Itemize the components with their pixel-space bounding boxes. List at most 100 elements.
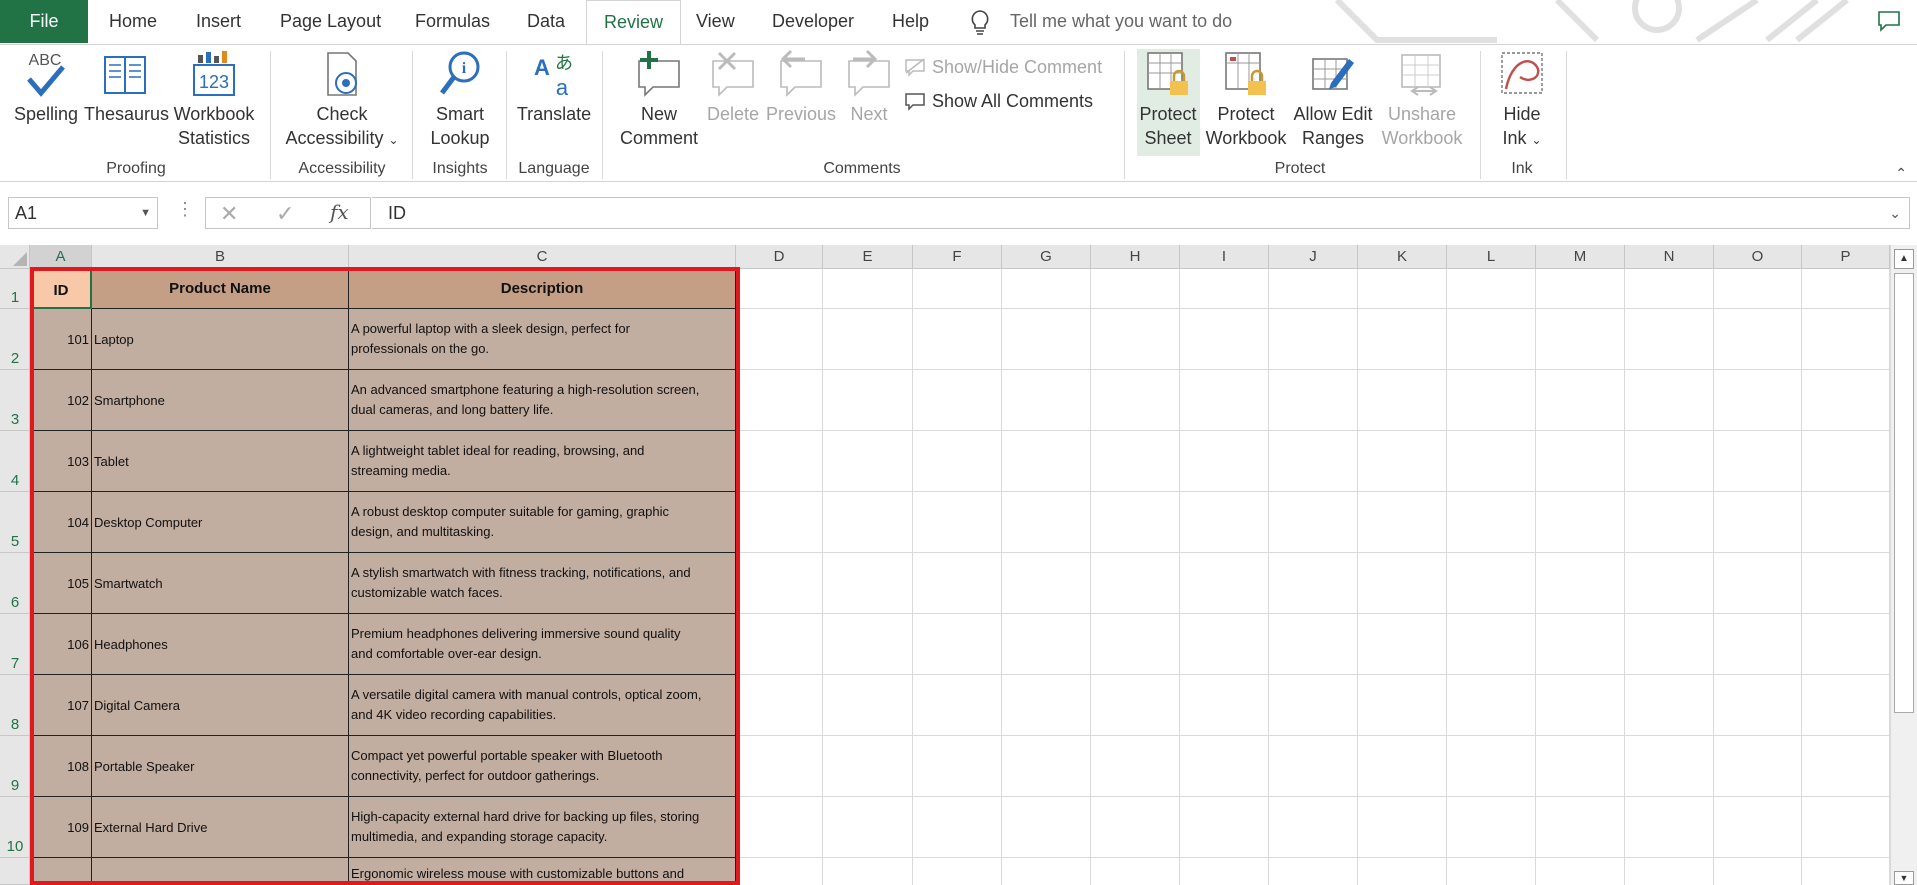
column-header-o[interactable]: O	[1714, 245, 1802, 269]
translate-button[interactable]: A あ a Translate	[514, 49, 594, 126]
enter-icon[interactable]: ✓	[276, 201, 294, 227]
cell-id[interactable]: 103	[30, 431, 92, 492]
cell-id[interactable]: 107	[30, 675, 92, 736]
cell-id[interactable]: 101	[30, 309, 92, 370]
cell-product-name[interactable]: Tablet	[92, 431, 349, 492]
cell-description[interactable]: An advanced smartphone featuring a high-…	[349, 370, 736, 431]
vertical-scrollbar[interactable]: ▲ ▼	[1890, 245, 1917, 885]
column-header-n[interactable]: N	[1625, 245, 1714, 269]
cell-description[interactable]: A lightweight tablet ideal for reading, …	[349, 431, 736, 492]
cell-description[interactable]: A versatile digital camera with manual c…	[349, 675, 736, 736]
new-comment-button[interactable]: New Comment	[614, 49, 704, 150]
row-header-6[interactable]: 6	[0, 553, 30, 614]
tab-view[interactable]: View	[679, 0, 752, 43]
cell-product-name[interactable]	[92, 858, 349, 885]
spelling-button[interactable]: ABC Spelling	[14, 49, 78, 126]
column-header-p[interactable]: P	[1802, 245, 1890, 269]
row-header-partial[interactable]	[0, 858, 30, 885]
column-header-h[interactable]: H	[1091, 245, 1180, 269]
tab-home[interactable]: Home	[92, 0, 174, 43]
header-cell-a[interactable]: ID	[30, 269, 92, 309]
tab-page-layout[interactable]: Page Layout	[263, 0, 398, 43]
cell-id[interactable]	[30, 858, 92, 885]
cancel-icon[interactable]: ✕	[220, 201, 238, 227]
tab-help[interactable]: Help	[875, 0, 946, 43]
insert-function-icon[interactable]: fx	[330, 200, 349, 224]
cell-product-name[interactable]: Smartphone	[92, 370, 349, 431]
row-header-8[interactable]: 8	[0, 675, 30, 736]
collapse-ribbon-icon[interactable]: ⌃	[1895, 165, 1907, 182]
row-header-7[interactable]: 7	[0, 614, 30, 675]
header-cell-c[interactable]: Description	[349, 269, 736, 309]
cell-description[interactable]: Compact yet powerful portable speaker wi…	[349, 736, 736, 797]
row-header-2[interactable]: 2	[0, 309, 30, 370]
column-header-b[interactable]: B	[92, 245, 349, 269]
row-header-5[interactable]: 5	[0, 492, 30, 553]
scroll-thumb[interactable]	[1894, 273, 1914, 713]
header-cell-b[interactable]: Product Name	[92, 269, 349, 309]
row-header-10[interactable]: 10	[0, 797, 30, 858]
cell-product-name[interactable]: Laptop	[92, 309, 349, 370]
comments-icon[interactable]	[1877, 10, 1901, 32]
select-all-button[interactable]	[0, 245, 30, 269]
column-header-f[interactable]: F	[913, 245, 1002, 269]
column-header-a[interactable]: A	[30, 245, 92, 269]
tab-developer[interactable]: Developer	[755, 0, 871, 43]
cell-description[interactable]: High-capacity external hard drive for ba…	[349, 797, 736, 858]
cell-product-name[interactable]: Smartwatch	[92, 553, 349, 614]
cell-product-name[interactable]: External Hard Drive	[92, 797, 349, 858]
show-all-comments-button[interactable]: Show All Comments	[904, 89, 1093, 113]
column-header-k[interactable]: K	[1358, 245, 1447, 269]
protect-sheet-button[interactable]: Protect Sheet	[1134, 49, 1202, 150]
tab-data[interactable]: Data	[510, 0, 582, 43]
tab-formulas[interactable]: Formulas	[398, 0, 507, 43]
cell-description[interactable]: Premium headphones delivering immersive …	[349, 614, 736, 675]
name-box-dropdown-icon[interactable]: ▼	[140, 198, 151, 228]
column-header-e[interactable]: E	[823, 245, 913, 269]
column-header-i[interactable]: I	[1180, 245, 1269, 269]
worksheet-grid[interactable]: A B C D E F G H I J K L M N O P 1 2 3 4 5 6 7 8 9 10 ID Product Nam…	[0, 245, 1917, 885]
formula-bar-resize-handle[interactable]: ⋮	[176, 199, 194, 220]
cell-description[interactable]: A powerful laptop with a sleek design, p…	[349, 309, 736, 370]
cell-description[interactable]: A robust desktop computer suitable for g…	[349, 492, 736, 553]
cell-id[interactable]: 104	[30, 492, 92, 553]
check-accessibility-button[interactable]: Check Accessibility ⌄	[282, 49, 402, 152]
tab-file[interactable]: File	[0, 0, 88, 43]
name-box[interactable]: A1 ▼	[8, 197, 158, 229]
cell-id[interactable]: 109	[30, 797, 92, 858]
hide-ink-button[interactable]: Hide Ink ⌄	[1488, 49, 1556, 152]
cell-description[interactable]: A stylish smartwatch with fitness tracki…	[349, 553, 736, 614]
previous-comment-button[interactable]: Previous	[766, 49, 836, 126]
column-header-m[interactable]: M	[1536, 245, 1625, 269]
column-header-g[interactable]: G	[1002, 245, 1091, 269]
scroll-down-icon[interactable]: ▼	[1894, 871, 1914, 885]
row-header-1[interactable]: 1	[0, 269, 30, 309]
allow-edit-ranges-button[interactable]: Allow Edit Ranges	[1290, 49, 1376, 150]
row-header-9[interactable]: 9	[0, 736, 30, 797]
cell-id[interactable]: 106	[30, 614, 92, 675]
expand-formula-bar-icon[interactable]: ⌄	[1889, 198, 1901, 228]
thesaurus-button[interactable]: Thesaurus	[84, 49, 169, 126]
cell-product-name[interactable]: Desktop Computer	[92, 492, 349, 553]
cell-id[interactable]: 105	[30, 553, 92, 614]
tab-review[interactable]: Review	[586, 0, 682, 44]
scroll-up-icon[interactable]: ▲	[1894, 249, 1914, 269]
row-header-3[interactable]: 3	[0, 370, 30, 431]
workbook-statistics-button[interactable]: 123 Workbook Statistics	[170, 49, 258, 150]
column-header-l[interactable]: L	[1447, 245, 1536, 269]
cell-id[interactable]: 102	[30, 370, 92, 431]
show-hide-comment-button[interactable]: Show/Hide Comment	[904, 55, 1102, 79]
tab-insert[interactable]: Insert	[179, 0, 258, 43]
row-header-4[interactable]: 4	[0, 431, 30, 492]
next-comment-button[interactable]: Next	[836, 49, 902, 126]
column-header-j[interactable]: J	[1269, 245, 1358, 269]
protect-workbook-button[interactable]: Protect Workbook	[1202, 49, 1290, 150]
cell-product-name[interactable]: Digital Camera	[92, 675, 349, 736]
unshare-workbook-button[interactable]: Unshare Workbook	[1378, 49, 1466, 150]
cell-product-name[interactable]: Headphones	[92, 614, 349, 675]
formula-input[interactable]: ID ⌄	[372, 197, 1910, 229]
delete-comment-button[interactable]: Delete	[700, 49, 766, 126]
cell-id[interactable]: 108	[30, 736, 92, 797]
tell-me-search[interactable]: Tell me what you want to do	[1010, 0, 1232, 43]
smart-lookup-button[interactable]: i Smart Lookup	[422, 49, 498, 150]
